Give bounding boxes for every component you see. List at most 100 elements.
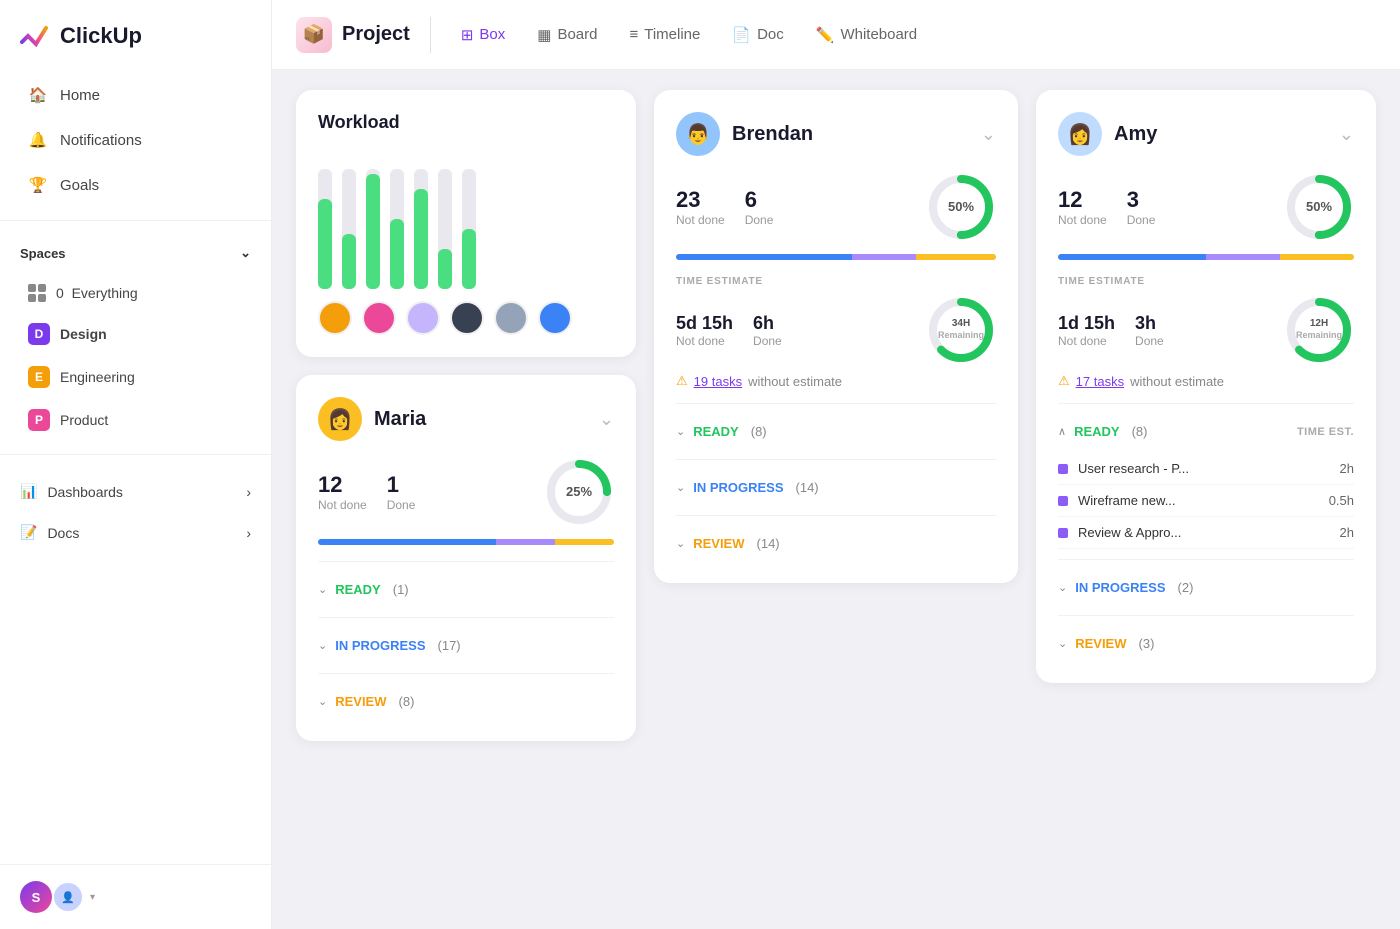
chart-avatar-4[interactable] [450,301,484,335]
amy-status-review[interactable]: ⌄ REVIEW (3) [1058,626,1354,661]
brendan-stats: 23 Not done 6 Done 50% [676,172,996,242]
sidebar-item-notifications[interactable]: 🔔 Notifications [8,118,263,162]
review-count: (3) [1139,636,1155,651]
project-title: Project [342,23,410,46]
inprogress-count: (17) [438,638,461,653]
sidebar-item-label: Home [60,87,100,104]
task-dot [1058,496,1068,506]
chart-avatar-1[interactable] [318,301,352,335]
review-label: REVIEW [1075,636,1126,651]
amy-name: Amy [1114,123,1157,146]
tasks-warning-link[interactable]: 17 tasks [1076,374,1124,389]
ready-label: READY [335,582,381,597]
amy-stats: 12 Not done 3 Done 50% [1058,172,1354,242]
bar-group-4 [390,149,404,289]
chart-avatar-5[interactable] [494,301,528,335]
brendan-progress-bar [676,254,996,260]
design-dot: D [28,323,50,345]
maria-percent-label: 25% [566,484,592,500]
chevron-right-icon: › [246,525,251,541]
box-icon: ⊞ [461,26,474,44]
sidebar-item-everything[interactable]: 0 Everything [8,274,263,312]
chevron-down-icon[interactable]: ⌄ [1339,124,1354,145]
app-name: ClickUp [60,23,142,49]
bar-group-3 [366,149,380,289]
ready-count: (8) [1132,424,1148,439]
bar-group-5 [414,149,428,289]
maria-header: 👩 Maria ⌄ [318,397,614,441]
maria-status-inprogress[interactable]: ⌄ IN PROGRESS (17) [318,628,614,663]
amy-progress-bar [1058,254,1354,260]
brendan-time-not-done: 5d 15h [676,313,733,334]
brendan-time-stats: 5d 15h Not done 6h Done 34H [676,295,996,365]
task-row-3[interactable]: Review & Appro... 2h [1058,517,1354,549]
topbar: 📦 Project ⊞ Box ▦ Board ≡ Timeline 📄 Doc… [272,0,1400,70]
tab-doc[interactable]: 📄 Doc [718,18,797,52]
amy-not-done-label: Not done [1058,213,1107,227]
brendan-avatar: 👨 [676,112,720,156]
ready-count: (1) [393,582,409,597]
tab-whiteboard[interactable]: ✏️ Whiteboard [802,18,931,52]
chevron-icon: ⌄ [1058,637,1067,650]
workload-title: Workload [318,112,614,133]
tasks-warning-link[interactable]: 19 tasks [694,374,742,389]
brendan-status-review[interactable]: ⌄ REVIEW (14) [676,526,996,561]
maria-avatar: 👩 [318,397,362,441]
logo: ClickUp [0,0,271,68]
amy-percent-label: 50% [1306,199,1332,215]
task-row-2[interactable]: Wireframe new... 0.5h [1058,485,1354,517]
amy-status-inprogress[interactable]: ⌄ IN PROGRESS (2) [1058,570,1354,605]
tab-board[interactable]: ▦ Board [523,18,611,52]
maria-stats: 12 Not done 1 Done 25% [318,457,614,527]
chevron-down-icon[interactable]: ▾ [90,892,95,903]
chart-avatar-2[interactable] [362,301,396,335]
brendan-not-done-label: Not done [676,213,725,227]
maria-done-label: Done [387,498,416,512]
user-avatar-photo: 👤 [52,881,84,913]
brendan-tasks-warning: ⚠ 19 tasks without estimate [676,373,996,389]
bar-group-2 [342,149,356,289]
tab-box[interactable]: ⊞ Box [447,18,519,52]
chevron-icon: ⌄ [676,425,685,438]
brendan-remaining-label: 34H Remaining [938,318,984,342]
chart-avatar-6[interactable] [538,301,572,335]
sidebar-item-docs[interactable]: 📝 Docs › [0,512,271,553]
inprogress-count: (14) [796,480,819,495]
amy-status-ready[interactable]: ∧ READY (8) TIME EST. [1058,414,1354,449]
ready-label: READY [693,424,739,439]
maria-card: 👩 Maria ⌄ 12 Not done 1 Done [296,375,636,741]
brendan-status-ready[interactable]: ⌄ READY (8) [676,414,996,449]
sidebar-item-product[interactable]: P Product [8,399,263,441]
maria-status-review[interactable]: ⌄ REVIEW (8) [318,684,614,719]
brendan-status-inprogress[interactable]: ⌄ IN PROGRESS (14) [676,470,996,505]
spaces-list: 0 Everything D Design E Engineering P Pr… [0,269,271,446]
chart-avatar-3[interactable] [406,301,440,335]
brendan-card: 👨 Brendan ⌄ 23 Not done 6 Done [654,90,1018,583]
docs-icon: 📝 [20,524,37,541]
sidebar-item-goals[interactable]: 🏆 Goals [8,163,263,207]
sidebar-item-home[interactable]: 🏠 Home [8,73,263,117]
goals-icon: 🏆 [28,175,48,195]
chevron-icon: ⌄ [676,481,685,494]
maria-done-count: 1 [387,472,416,498]
review-count: (8) [399,694,415,709]
amy-donut: 50% [1284,172,1354,242]
sidebar-item-label: Goals [60,177,99,194]
chevron-down-icon[interactable]: ⌄ [599,409,614,430]
brendan-done-count: 6 [745,187,774,213]
whiteboard-icon: ✏️ [816,26,835,44]
chevron-down-icon[interactable]: ⌄ [240,245,251,261]
chevron-down-icon[interactable]: ⌄ [981,124,996,145]
task-name: User research - P... [1078,461,1340,476]
sidebar-item-dashboards[interactable]: 📊 Dashboards › [0,471,271,512]
sidebar-item-engineering[interactable]: E Engineering [8,356,263,398]
tasks-warning-text: without estimate [1130,374,1224,389]
task-row-1[interactable]: User research - P... 2h [1058,453,1354,485]
sidebar-label-everything: 0 Everything [56,285,138,301]
amy-remaining-donut: 12H Remaining [1284,295,1354,365]
user-avatar-stack: S 👤 [20,881,78,913]
tab-timeline[interactable]: ≡ Timeline [615,18,714,51]
bell-icon: 🔔 [28,130,48,150]
maria-status-ready[interactable]: ⌄ READY (1) [318,572,614,607]
sidebar-item-design[interactable]: D Design [8,313,263,355]
